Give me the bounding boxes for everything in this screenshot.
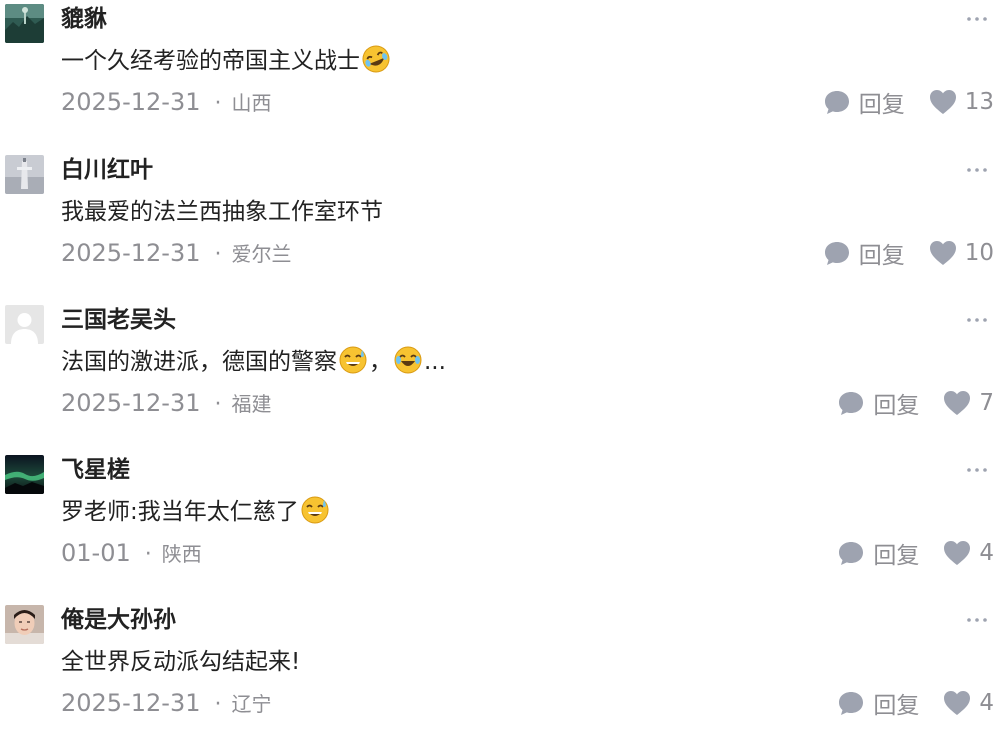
comment-actions: 回复 4 xyxy=(837,536,994,570)
reply-bubble-icon[interactable] xyxy=(837,389,865,417)
reply-bubble-icon[interactable] xyxy=(837,689,865,717)
more-options-icon[interactable] xyxy=(962,1,992,31)
avatar[interactable] xyxy=(5,155,44,194)
reply-bubble-icon[interactable] xyxy=(837,539,865,567)
comment-item: 飞星槎 罗老师:我当年太仁慈了 01-01 · 陕西 回复 4 xyxy=(0,452,1000,602)
like-count: 10 xyxy=(964,240,994,266)
comment-text-body: 全世界反动派勾结起来! xyxy=(61,649,301,675)
comment-text-body: 法国的激进派，德国的警察 xyxy=(61,349,337,375)
comment-item: 三国老吴头 法国的激进派，德国的警察 ，... 2025-12-31 · 福建 回复 … xyxy=(0,302,1000,452)
comment-meta: 2025-12-31 · 辽宁 xyxy=(61,686,271,720)
separator-dot: · xyxy=(214,242,222,267)
more-options-icon[interactable] xyxy=(962,452,992,482)
comment-meta: 01-01 · 陕西 xyxy=(61,536,202,570)
like-count: 4 xyxy=(979,690,994,716)
comment-item: 白川红叶 我最爱的法兰西抽象工作室环节 2025-12-31 · 爱尔兰 回复 10 xyxy=(0,152,1000,302)
comment-text-body: 罗老师:我当年太仁慈了 xyxy=(61,499,299,525)
comment-location: 陕西 xyxy=(161,542,202,566)
reply-bubble-icon[interactable] xyxy=(823,88,851,116)
comment-text: 全世界反动派勾结起来! xyxy=(61,644,300,680)
reply-bubble-icon[interactable] xyxy=(823,239,851,267)
reply-button[interactable]: 回复 xyxy=(873,386,919,420)
username[interactable]: 飞星槎 xyxy=(61,455,130,485)
reply-button[interactable]: 回复 xyxy=(859,236,905,270)
comment-actions: 回复 13 xyxy=(823,85,994,119)
avatar[interactable] xyxy=(5,305,44,344)
comment-location: 辽宁 xyxy=(231,692,272,716)
comment-item: 俺是大孙孙 全世界反动派勾结起来! 2025-12-31 · 辽宁 回复 4 xyxy=(0,602,1000,752)
separator-dot: · xyxy=(214,91,222,116)
comment-text-mid: ， xyxy=(369,349,392,375)
comment-meta: 2025-12-31 · 山西 xyxy=(61,85,271,119)
comment-text: 一个久经考验的帝国主义战士 xyxy=(61,43,392,79)
comment-actions: 回复 7 xyxy=(837,386,994,420)
comment-text-ellipsis: ... xyxy=(424,349,446,375)
more-options-icon[interactable] xyxy=(962,302,992,332)
comment-actions: 回复 4 xyxy=(837,686,994,720)
more-options-icon[interactable] xyxy=(962,602,992,632)
comment-location: 山西 xyxy=(231,91,272,115)
comment-date: 2025-12-31 xyxy=(61,239,201,267)
comment-meta: 2025-12-31 · 爱尔兰 xyxy=(61,236,291,270)
more-options-icon[interactable] xyxy=(962,152,992,182)
comment-meta: 2025-12-31 · 福建 xyxy=(61,386,271,420)
reply-button[interactable]: 回复 xyxy=(859,85,905,119)
separator-dot: · xyxy=(214,392,222,417)
like-count: 4 xyxy=(979,540,994,566)
rofl-emoji xyxy=(361,44,391,74)
heart-icon[interactable] xyxy=(929,89,957,115)
like-count: 13 xyxy=(964,89,994,115)
comment-text: 法国的激进派，德国的警察 ，... xyxy=(61,344,446,380)
comment-date: 2025-12-31 xyxy=(61,88,201,116)
reply-button[interactable]: 回复 xyxy=(873,686,919,720)
heart-icon[interactable] xyxy=(943,540,971,566)
comment-item: 貔貅 一个久经考验的帝国主义战士 2025-12-31 · 山西 回复 13 xyxy=(0,1,1000,151)
comment-text-body: 我最爱的法兰西抽象工作室环节 xyxy=(61,199,383,225)
heart-icon[interactable] xyxy=(943,690,971,716)
comment-date: 2025-12-31 xyxy=(61,689,201,717)
comment-text: 我最爱的法兰西抽象工作室环节 xyxy=(61,194,383,230)
separator-dot: · xyxy=(144,542,152,567)
username[interactable]: 三国老吴头 xyxy=(61,305,176,335)
username[interactable]: 貔貅 xyxy=(61,4,107,34)
avatar[interactable] xyxy=(5,455,44,494)
username[interactable]: 白川红叶 xyxy=(61,155,153,185)
reply-button[interactable]: 回复 xyxy=(873,536,919,570)
comment-location: 爱尔兰 xyxy=(231,242,292,266)
like-count: 7 xyxy=(979,390,994,416)
avatar[interactable] xyxy=(5,4,44,43)
separator-dot: · xyxy=(214,692,222,717)
joy-emoji xyxy=(393,345,423,375)
sweat-smile-emoji xyxy=(300,495,330,525)
heart-icon[interactable] xyxy=(929,240,957,266)
comment-text-body: 一个久经考验的帝国主义战士 xyxy=(61,48,360,74)
comment-date: 2025-12-31 xyxy=(61,389,201,417)
comment-location: 福建 xyxy=(231,392,272,416)
comment-date: 01-01 xyxy=(61,539,131,567)
comment-text: 罗老师:我当年太仁慈了 xyxy=(61,494,331,530)
avatar[interactable] xyxy=(5,605,44,644)
sweat-smile-emoji xyxy=(338,345,368,375)
heart-icon[interactable] xyxy=(943,390,971,416)
username[interactable]: 俺是大孙孙 xyxy=(61,605,176,635)
comment-actions: 回复 10 xyxy=(823,236,994,270)
